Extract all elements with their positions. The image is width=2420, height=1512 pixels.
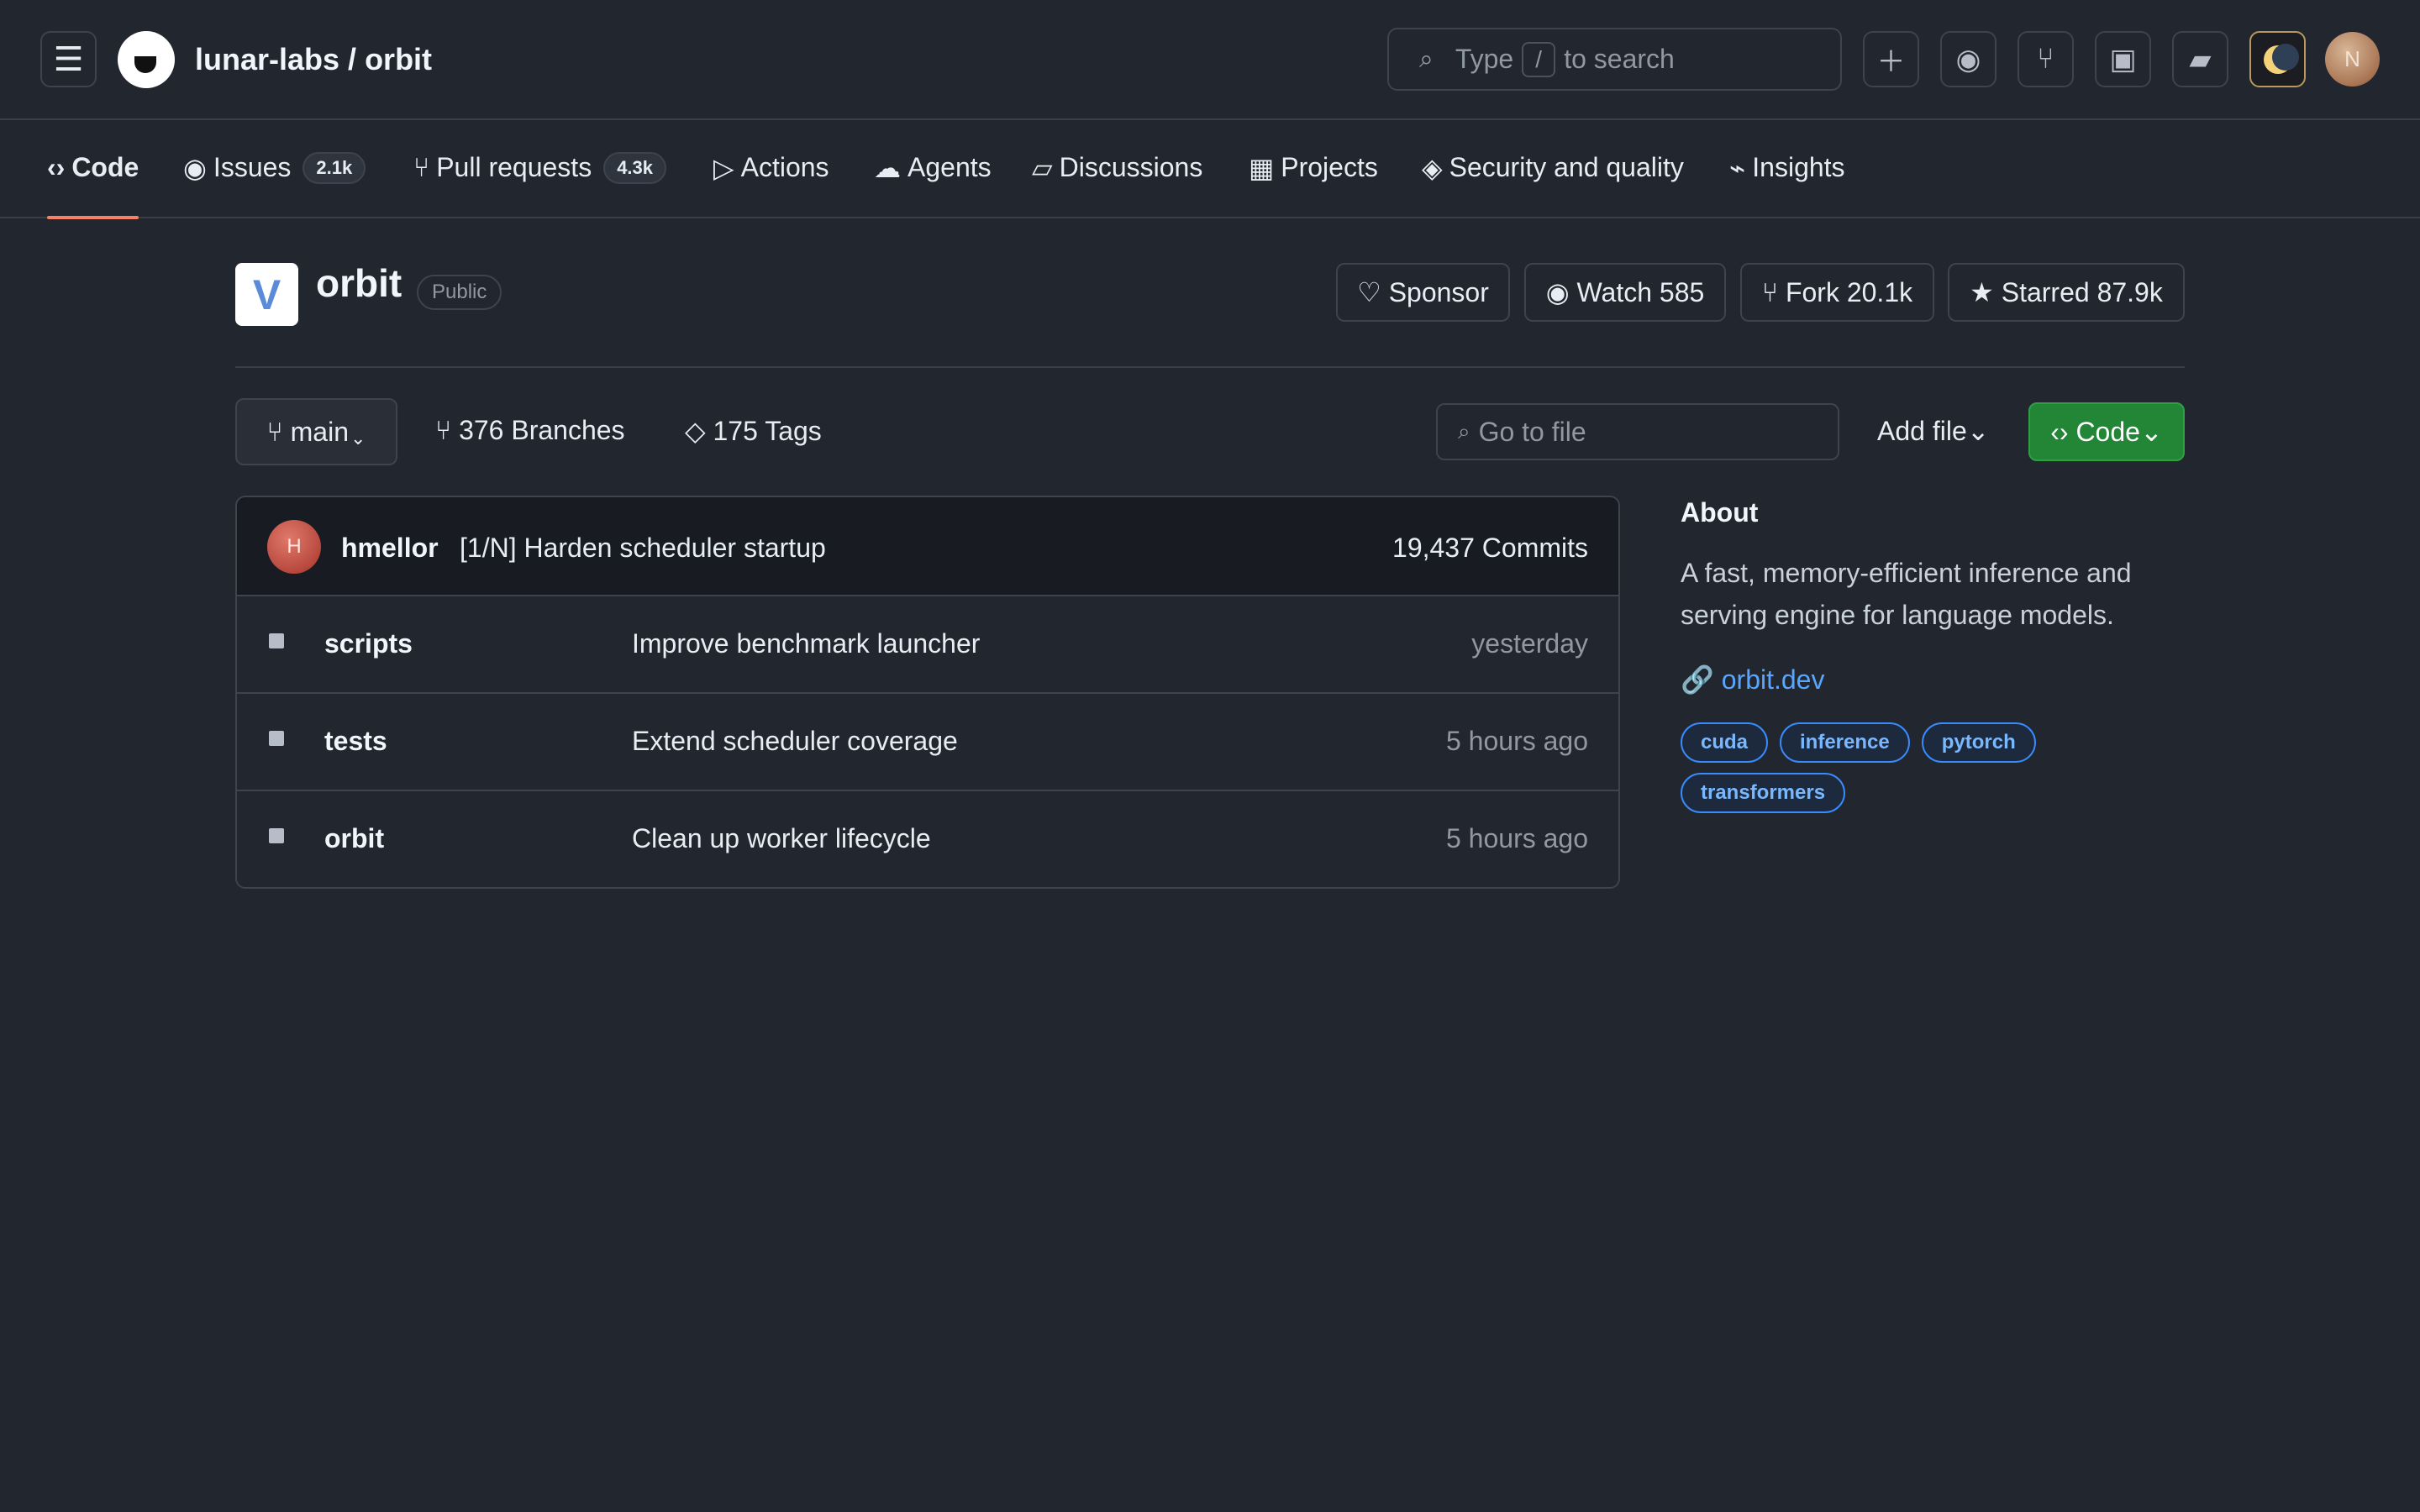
add-file-button[interactable]: Add file⌄ <box>1877 415 1990 447</box>
repo-breadcrumb: lunar-labs / orbit <box>195 42 432 77</box>
topic-list: cuda inference pytorch transformers <box>1681 722 2185 813</box>
tab-insights[interactable]: ⌁ Insights <box>1729 152 1845 219</box>
fork-button[interactable]: ⑂ Fork 20.1k <box>1740 263 1934 322</box>
star-button[interactable]: ★ Starred 87.9k <box>1948 263 2185 322</box>
tab-discussions[interactable]: ▱ Discussions <box>1032 152 1202 219</box>
about-description: A fast, memory-efficient inference and s… <box>1681 558 2132 630</box>
commits-count-link[interactable]: 19,437 Commits <box>1392 533 1588 564</box>
latest-commit-row: H hmellor [1/N] Harden scheduler startup… <box>237 497 1618 596</box>
file-commit-message[interactable]: Extend scheduler coverage <box>632 726 958 757</box>
file-commit-message[interactable]: Clean up worker lifecycle <box>632 823 931 854</box>
breadcrumb-repo[interactable]: orbit <box>365 42 432 76</box>
plus-icon[interactable]: ＋ <box>1863 31 1919 87</box>
file-updated-time: 5 hours ago <box>1445 823 1588 853</box>
file-updated-time: 5 hours ago <box>1445 726 1588 756</box>
tab-label: Agents <box>908 152 992 182</box>
global-search-input[interactable]: ⌕ Type / to search <box>1387 28 1842 91</box>
file-updated-time: yesterday <box>1471 628 1588 659</box>
inbox-icon[interactable]: ▰ <box>2172 31 2228 87</box>
branches-link[interactable]: ⑂ 376 Branches <box>435 415 625 446</box>
play-icon: ▷ <box>713 153 734 183</box>
topic-tag[interactable]: transformers <box>1681 773 1846 813</box>
search-icon: ⌕ <box>1458 418 1470 444</box>
site-logo[interactable] <box>118 31 175 88</box>
tab-label: Projects <box>1281 152 1378 182</box>
code-dropdown-button[interactable]: ‹› Code⌄ <box>2028 402 2185 461</box>
tab-label: Code <box>71 152 139 182</box>
user-avatar[interactable]: N <box>2325 32 2380 87</box>
commit-author-avatar[interactable]: H <box>267 520 321 574</box>
terminal-icon[interactable]: ▣ <box>2095 31 2151 87</box>
menu-icon[interactable]: ☰ <box>40 31 97 87</box>
tab-label: Security and quality <box>1449 152 1684 182</box>
tab-issues[interactable]: ◉ Issues 2.1k <box>183 152 366 219</box>
topic-tag[interactable]: pytorch <box>1921 722 2036 763</box>
top-header: ☰ lunar-labs / orbit ⌕ Type / to search … <box>0 0 2420 120</box>
commit-message[interactable]: [1/N] Harden scheduler startup <box>460 533 826 564</box>
breadcrumb-owner[interactable]: lunar-labs <box>195 42 339 76</box>
tab-security[interactable]: ◈ Security and quality <box>1422 152 1684 219</box>
search-prefix: Type <box>1455 44 1514 74</box>
pull-request-icon: ⑂ <box>413 152 430 182</box>
repo-nav-tabs: ‹› Code ◉ Issues 2.1k ⑂ Pull requests 4.… <box>0 122 2420 219</box>
topic-tag[interactable]: cuda <box>1681 722 1769 763</box>
repo-title: orbit <box>316 261 402 305</box>
folder-icon <box>269 828 284 843</box>
folder-icon <box>269 731 284 746</box>
pull-requests-counter: 4.3k <box>603 152 667 184</box>
file-row[interactable]: scripts Improve benchmark launcher yeste… <box>237 596 1618 694</box>
tab-label: Pull requests <box>436 152 592 182</box>
topic-tag[interactable]: inference <box>1780 722 1910 763</box>
go-to-file-input[interactable]: ⌕ Go to file <box>1436 403 1839 460</box>
tab-label: Discussions <box>1059 152 1203 182</box>
file-list: H hmellor [1/N] Harden scheduler startup… <box>235 496 1620 889</box>
branch-label: ⑂ main <box>266 416 349 447</box>
file-row[interactable]: orbit Clean up worker lifecycle 5 hours … <box>237 791 1618 887</box>
shield-icon: ◈ <box>1422 153 1443 183</box>
tab-label: Actions <box>740 152 829 182</box>
tab-pull-requests[interactable]: ⑂ Pull requests 4.3k <box>413 152 667 219</box>
search-shortcut-key: / <box>1522 41 1556 77</box>
file-row[interactable]: tests Extend scheduler coverage 5 hours … <box>237 694 1618 791</box>
homepage-link[interactable]: 🔗 orbit.dev <box>1681 664 1824 696</box>
folder-icon <box>269 633 284 648</box>
tab-projects[interactable]: ▦ Projects <box>1249 152 1378 219</box>
tab-label: Insights <box>1752 152 1845 182</box>
search-suffix: to search <box>1564 44 1675 74</box>
file-name[interactable]: tests <box>324 726 387 757</box>
visibility-badge: Public <box>417 275 502 310</box>
search-icon: ⌕ <box>1419 45 1434 73</box>
repo-avatar: V <box>235 263 298 326</box>
file-name[interactable]: orbit <box>324 823 384 854</box>
file-name[interactable]: scripts <box>324 628 413 659</box>
graph-icon: ⌁ <box>1729 153 1746 183</box>
chevron-down-icon: ⌄ <box>350 428 366 449</box>
header-divider <box>235 366 2185 368</box>
file-commit-message[interactable]: Improve benchmark launcher <box>632 628 980 659</box>
branch-selector[interactable]: ⑂ main ⌄ <box>235 398 397 465</box>
tags-link[interactable]: ◇ 175 Tags <box>685 415 822 447</box>
tab-label: Issues <box>213 152 292 182</box>
discussion-icon: ▱ <box>1032 153 1053 183</box>
table-icon: ▦ <box>1249 153 1275 183</box>
sponsor-button[interactable]: ♡ Sponsor <box>1336 263 1510 322</box>
tab-actions[interactable]: ▷ Actions <box>713 152 829 219</box>
cloud-icon: ☁ <box>874 153 901 183</box>
pull-requests-icon[interactable]: ⑂ <box>2018 31 2074 87</box>
go-to-file-placeholder: Go to file <box>1478 416 1586 447</box>
issues-icon: ◉ <box>183 153 207 183</box>
theme-toggle-icon[interactable] <box>2249 31 2306 87</box>
commit-author[interactable]: hmellor <box>341 533 439 564</box>
code-icon: ‹› <box>47 152 66 182</box>
tab-agents[interactable]: ☁ Agents <box>874 152 992 219</box>
watch-button[interactable]: ◉ Watch 585 <box>1524 263 1726 322</box>
tab-code[interactable]: ‹› Code <box>47 152 139 219</box>
about-heading: About <box>1681 497 1759 528</box>
issues-counter: 2.1k <box>302 152 366 184</box>
breadcrumb-separator: / <box>339 42 366 76</box>
issues-icon[interactable]: ◉ <box>1940 31 1996 87</box>
